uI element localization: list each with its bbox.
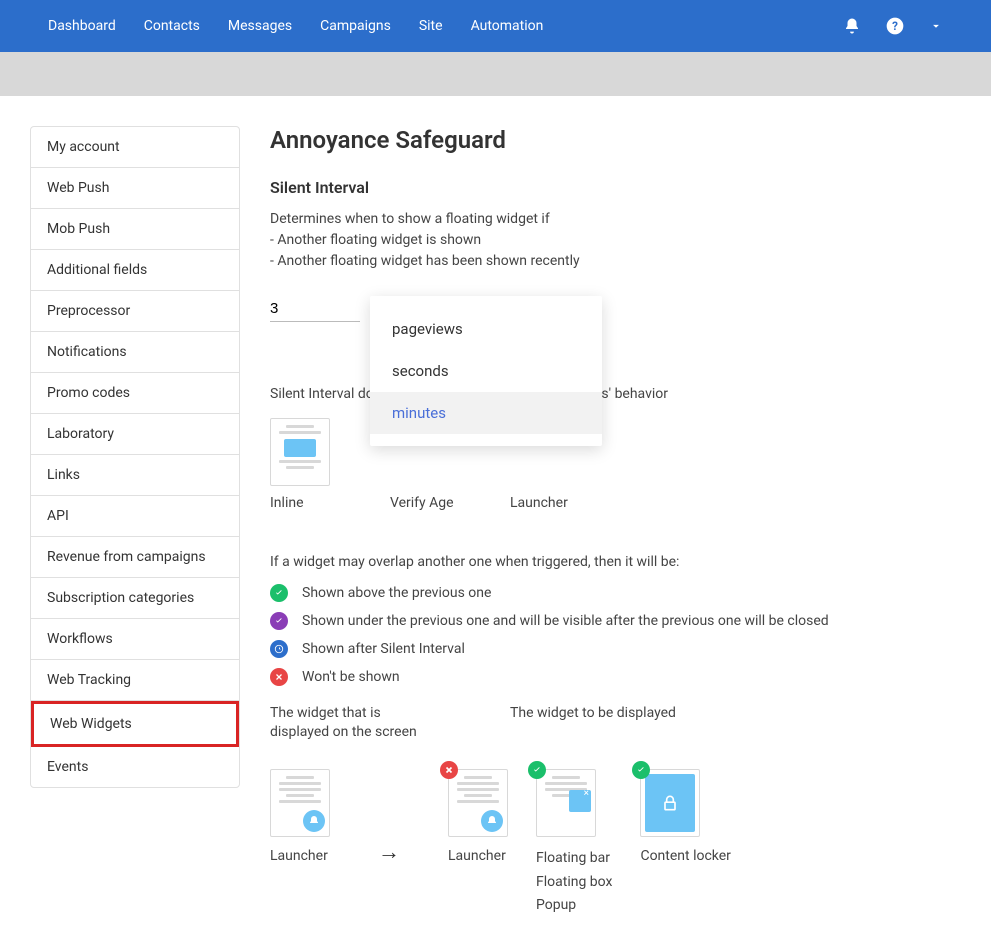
main-content: Annoyance Safeguard Silent Interval Dete…: [270, 126, 961, 918]
page-title: Annoyance Safeguard: [270, 126, 961, 154]
overlap-rule-text: Shown under the previous one and will be…: [302, 613, 829, 629]
widget-thumb-inline: [270, 418, 330, 486]
sidebar-item-workflows[interactable]: Workflows: [31, 619, 239, 660]
compare-left-launcher: Launcher: [270, 769, 330, 867]
sub-bar: [0, 52, 991, 96]
sidebar-item-my-account[interactable]: My account: [31, 127, 239, 168]
widget-inline: Inline: [270, 418, 358, 514]
interval-unit-dropdown: pageviews seconds minutes: [370, 296, 602, 446]
desc-line: - Another floating widget is shown: [270, 230, 961, 251]
help-icon[interactable]: ?: [885, 16, 905, 36]
widget-label: Verify Age: [390, 494, 454, 514]
overlap-rule: Won't be shown: [270, 668, 961, 686]
account-chevron-icon[interactable]: [929, 19, 943, 33]
sidebar-item-subscription-categories[interactable]: Subscription categories: [31, 578, 239, 619]
overlap-rule-text: Shown after Silent Interval: [302, 641, 465, 657]
widget-label: Launcher: [270, 847, 330, 867]
sidebar-item-web-widgets[interactable]: Web Widgets: [31, 701, 239, 747]
sidebar-item-links[interactable]: Links: [31, 455, 239, 496]
compare-headers: The widget that is displayed on the scre…: [270, 704, 961, 751]
nav-campaigns[interactable]: Campaigns: [320, 18, 391, 34]
close-icon: [270, 668, 288, 686]
widget-thumb-floating: [536, 769, 596, 837]
sidebar-item-additional-fields[interactable]: Additional fields: [31, 250, 239, 291]
sidebar-item-events[interactable]: Events: [31, 747, 239, 787]
sidebar: My account Web Push Mob Push Additional …: [30, 126, 240, 788]
overlap-intro: If a widget may overlap another one when…: [270, 554, 961, 570]
dropdown-option-pageviews[interactable]: pageviews: [370, 308, 602, 350]
widget-thumb-launcher: [270, 769, 330, 837]
compare-row: Launcher → Launcher: [270, 769, 961, 918]
widget-label: Launcher: [448, 847, 508, 867]
bell-icon[interactable]: [843, 17, 861, 35]
svg-text:?: ?: [892, 19, 898, 33]
widget-thumb-launcher: [448, 769, 508, 837]
check-icon: [270, 612, 288, 630]
widget-label: Inline: [270, 494, 304, 514]
compare-header-right: The widget to be displayed: [510, 704, 676, 743]
sidebar-item-promo-codes[interactable]: Promo codes: [31, 373, 239, 414]
arrow-right-icon: →: [378, 821, 400, 865]
overlap-rule: Shown under the previous one and will be…: [270, 612, 961, 630]
desc-line: Determines when to show a floating widge…: [270, 209, 961, 230]
dropdown-option-seconds[interactable]: seconds: [370, 350, 602, 392]
nav-messages[interactable]: Messages: [228, 18, 292, 34]
sidebar-item-api[interactable]: API: [31, 496, 239, 537]
sidebar-item-preprocessor[interactable]: Preprocessor: [31, 291, 239, 332]
nav-automation[interactable]: Automation: [471, 18, 544, 34]
nav-site[interactable]: Site: [419, 18, 443, 34]
nav-contacts[interactable]: Contacts: [144, 18, 200, 34]
nav-dashboard[interactable]: Dashboard: [48, 18, 116, 34]
interval-row: minutes pageviews seconds minutes: [270, 296, 961, 322]
top-nav-items: Dashboard Contacts Messages Campaigns Si…: [48, 18, 543, 34]
compare-header-left: The widget that is displayed on the scre…: [270, 704, 430, 743]
bell-icon: [481, 810, 503, 832]
desc-line: - Another floating widget has been shown…: [270, 251, 961, 272]
check-icon: [270, 584, 288, 602]
section-description: Determines when to show a floating widge…: [270, 209, 961, 272]
widget-label: Launcher: [510, 494, 568, 514]
overlap-rule-text: Won't be shown: [302, 669, 400, 685]
sidebar-item-laboratory[interactable]: Laboratory: [31, 414, 239, 455]
widget-label-multi: Floating bar Floating box Popup: [536, 847, 612, 918]
clock-icon: [270, 640, 288, 658]
compare-right-content-locker: Content locker: [640, 769, 730, 867]
sidebar-item-notifications[interactable]: Notifications: [31, 332, 239, 373]
overlap-list: Shown above the previous one Shown under…: [270, 584, 961, 686]
sidebar-item-mob-push[interactable]: Mob Push: [31, 209, 239, 250]
compare-right-launcher: Launcher: [448, 769, 508, 867]
sidebar-item-web-tracking[interactable]: Web Tracking: [31, 660, 239, 701]
dropdown-option-minutes[interactable]: minutes: [370, 392, 602, 434]
sidebar-item-web-push[interactable]: Web Push: [31, 168, 239, 209]
lock-icon: [645, 774, 695, 832]
overlap-rule-text: Shown above the previous one: [302, 585, 491, 601]
compare-right-floating: Floating bar Floating box Popup: [536, 769, 612, 918]
widget-thumb-content-locker: [640, 769, 700, 837]
widget-label: Content locker: [640, 847, 730, 867]
close-icon: [440, 761, 458, 779]
check-icon: [528, 761, 546, 779]
interval-input[interactable]: [270, 296, 360, 322]
bell-icon: [303, 810, 325, 832]
top-nav-right: ?: [843, 16, 943, 36]
top-nav: Dashboard Contacts Messages Campaigns Si…: [0, 0, 991, 52]
overlap-rule: Shown after Silent Interval: [270, 640, 961, 658]
sidebar-item-revenue[interactable]: Revenue from campaigns: [31, 537, 239, 578]
overlap-rule: Shown above the previous one: [270, 584, 961, 602]
section-title: Silent Interval: [270, 178, 961, 197]
